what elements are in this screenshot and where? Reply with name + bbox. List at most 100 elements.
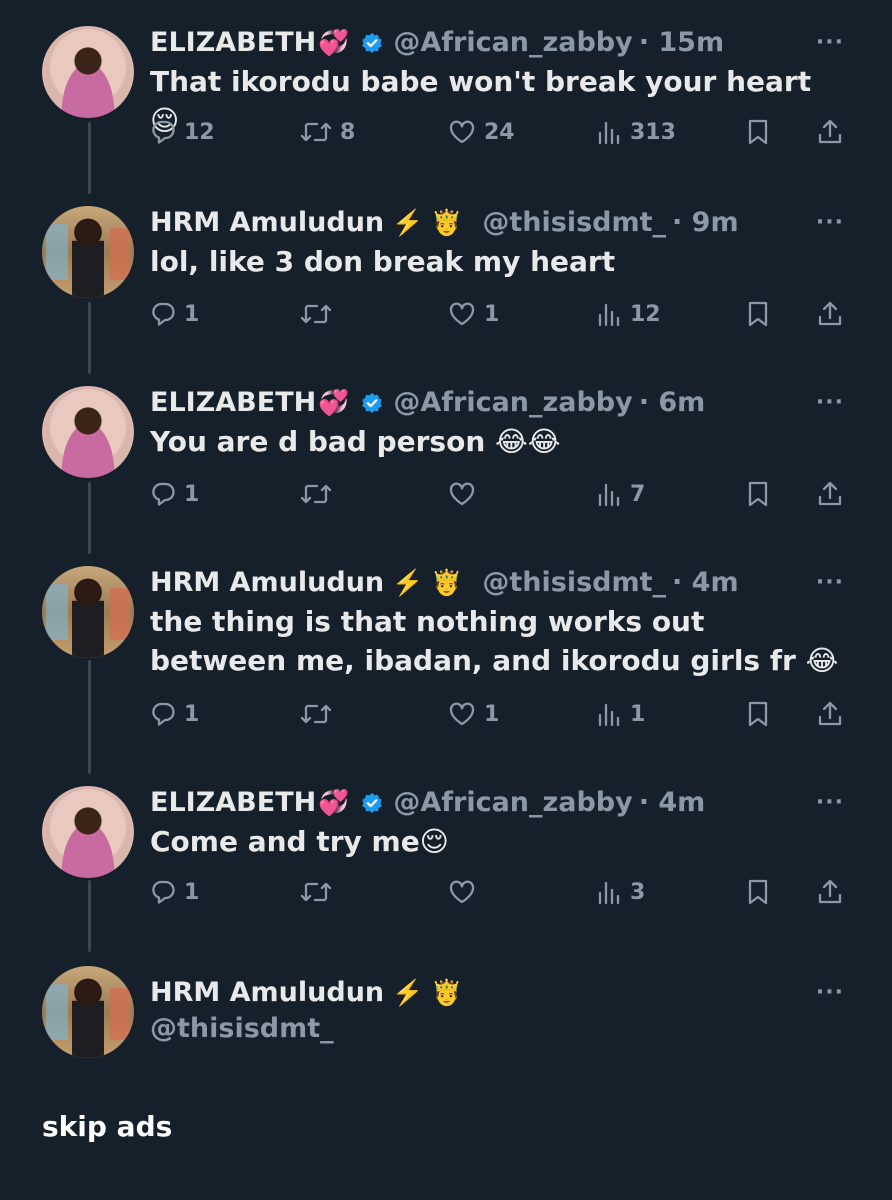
share-icon [818,481,842,506]
share-icon [818,119,842,144]
more-icon[interactable]: ··· [816,790,844,815]
tweet-text: the thing is that nothing works out betw… [150,605,839,677]
user-handle[interactable]: @thisisdmt_ [482,206,666,240]
verified-badge-icon [361,32,383,54]
reply-button[interactable]: 1 [150,872,199,912]
tweet-actions: 1 3 [150,872,850,912]
more-icon[interactable]: ··· [816,30,844,55]
views-button[interactable]: 1 [596,694,645,734]
tweet[interactable]: ELIZABETH 💞 @African_zabby · 4m ··· Come… [0,760,892,940]
avatar[interactable] [42,786,134,878]
share-icon [818,879,842,904]
footer-caption: skip ads [42,1110,173,1143]
display-name[interactable]: HRM Amuludun [150,206,384,240]
reply-button[interactable]: 12 [150,112,215,152]
user-handle[interactable]: @African_zabby [393,26,632,60]
views-icon [598,703,620,727]
retweet-button[interactable] [300,294,340,334]
tweet[interactable]: ELIZABETH 💞 @African_zabby · 6m ··· You … [0,360,892,540]
avatar[interactable] [42,566,134,658]
reply-button[interactable]: 1 [150,474,199,514]
views-button[interactable]: 12 [596,294,661,334]
verified-badge-icon [361,792,383,814]
avatar-image [42,786,134,878]
avatar-image [42,206,134,298]
views-icon [598,121,620,145]
display-name[interactable]: HRM Amuludun [150,566,384,600]
share-button[interactable] [816,474,844,514]
display-name[interactable]: ELIZABETH [150,786,316,820]
tweet[interactable]: HRM Amuludun ⚡️ 🤴 @thisisdmt_ · 9m ··· l… [0,180,892,360]
retweet-button[interactable] [300,872,340,912]
more-icon[interactable]: ··· [816,980,844,1005]
tweet-text: Come and try me😌 [150,825,449,858]
like-icon [449,880,475,904]
tweet-header: ELIZABETH 💞 @African_zabby · 4m [150,786,705,820]
verified-badge-icon [361,392,383,414]
like-count: 24 [484,119,515,145]
reply-count: 12 [184,119,215,145]
views-icon [598,881,620,905]
like-button[interactable]: 24 [448,112,515,152]
more-icon[interactable]: ··· [816,570,844,595]
views-button[interactable]: 7 [596,474,645,514]
bookmark-button[interactable] [746,474,770,514]
tweet[interactable]: ELIZABETH 💞 @African_zabby · 15m ··· Tha… [0,0,892,180]
bookmark-button[interactable] [746,872,770,912]
tweet-time[interactable]: · 15m [639,26,724,60]
tweet-time[interactable]: · 6m [639,386,706,420]
retweet-button[interactable] [300,694,340,734]
avatar[interactable] [42,386,134,478]
like-button[interactable] [448,474,484,514]
more-icon[interactable]: ··· [816,210,844,235]
retweet-button[interactable]: 8 [300,112,355,152]
reply-button[interactable]: 1 [150,694,199,734]
like-count: 1 [484,701,500,727]
name-emoji: ⚡️ 🤴 [392,568,463,597]
views-button[interactable]: 3 [596,872,645,912]
retweet-button[interactable] [300,474,340,514]
more-icon[interactable]: ··· [816,390,844,415]
user-handle[interactable]: @thisisdmt_ [150,1012,334,1046]
tweet-header: HRM Amuludun ⚡️ 🤴 @thisisdmt_ · 9m [150,206,739,240]
tweet-header: ELIZABETH 💞 @African_zabby · 15m [150,26,724,60]
tweet-actions: 1 7 [150,474,850,514]
views-count: 12 [630,301,661,327]
bookmark-button[interactable] [746,112,770,152]
avatar[interactable] [42,966,134,1058]
share-button[interactable] [816,872,844,912]
reply-thread: ELIZABETH 💞 @African_zabby · 15m ··· Tha… [0,0,892,1200]
bookmark-button[interactable] [746,294,770,334]
views-count: 3 [630,879,646,905]
tweet[interactable]: HRM Amuludun ⚡️ 🤴 @thisisdmt_ · 4m ··· t… [0,540,892,760]
tweet-time[interactable]: · 9m [672,206,739,240]
share-button[interactable] [816,694,844,734]
retweet-icon [300,122,332,142]
like-button[interactable] [448,872,484,912]
share-button[interactable] [816,294,844,334]
user-handle[interactable]: @African_zabby [393,386,632,420]
tweet-time[interactable]: · 4m [672,566,739,600]
avatar[interactable] [42,26,134,118]
share-button[interactable] [816,112,844,152]
reply-icon [152,702,175,726]
retweet-icon [300,304,332,324]
avatar-image [42,566,134,658]
display-name[interactable]: HRM Amuludun [150,976,384,1010]
display-name[interactable]: ELIZABETH [150,386,316,420]
tweet-text: lol, like 3 don break my heart [150,245,616,278]
avatar-image [42,966,134,1058]
display-name[interactable]: ELIZABETH [150,26,316,60]
bookmark-button[interactable] [746,694,770,734]
like-button[interactable]: 1 [448,294,499,334]
user-handle[interactable]: @African_zabby [393,786,632,820]
avatar[interactable] [42,206,134,298]
reply-button[interactable]: 1 [150,294,199,334]
like-button[interactable]: 1 [448,694,499,734]
name-emoji: 💞 [318,28,350,57]
views-button[interactable]: 313 [596,112,676,152]
retweet-icon [300,484,332,504]
tweet-time[interactable]: · 4m [639,786,706,820]
tweet-actions: 12 8 24 313 [150,112,850,152]
user-handle[interactable]: @thisisdmt_ [482,566,666,600]
